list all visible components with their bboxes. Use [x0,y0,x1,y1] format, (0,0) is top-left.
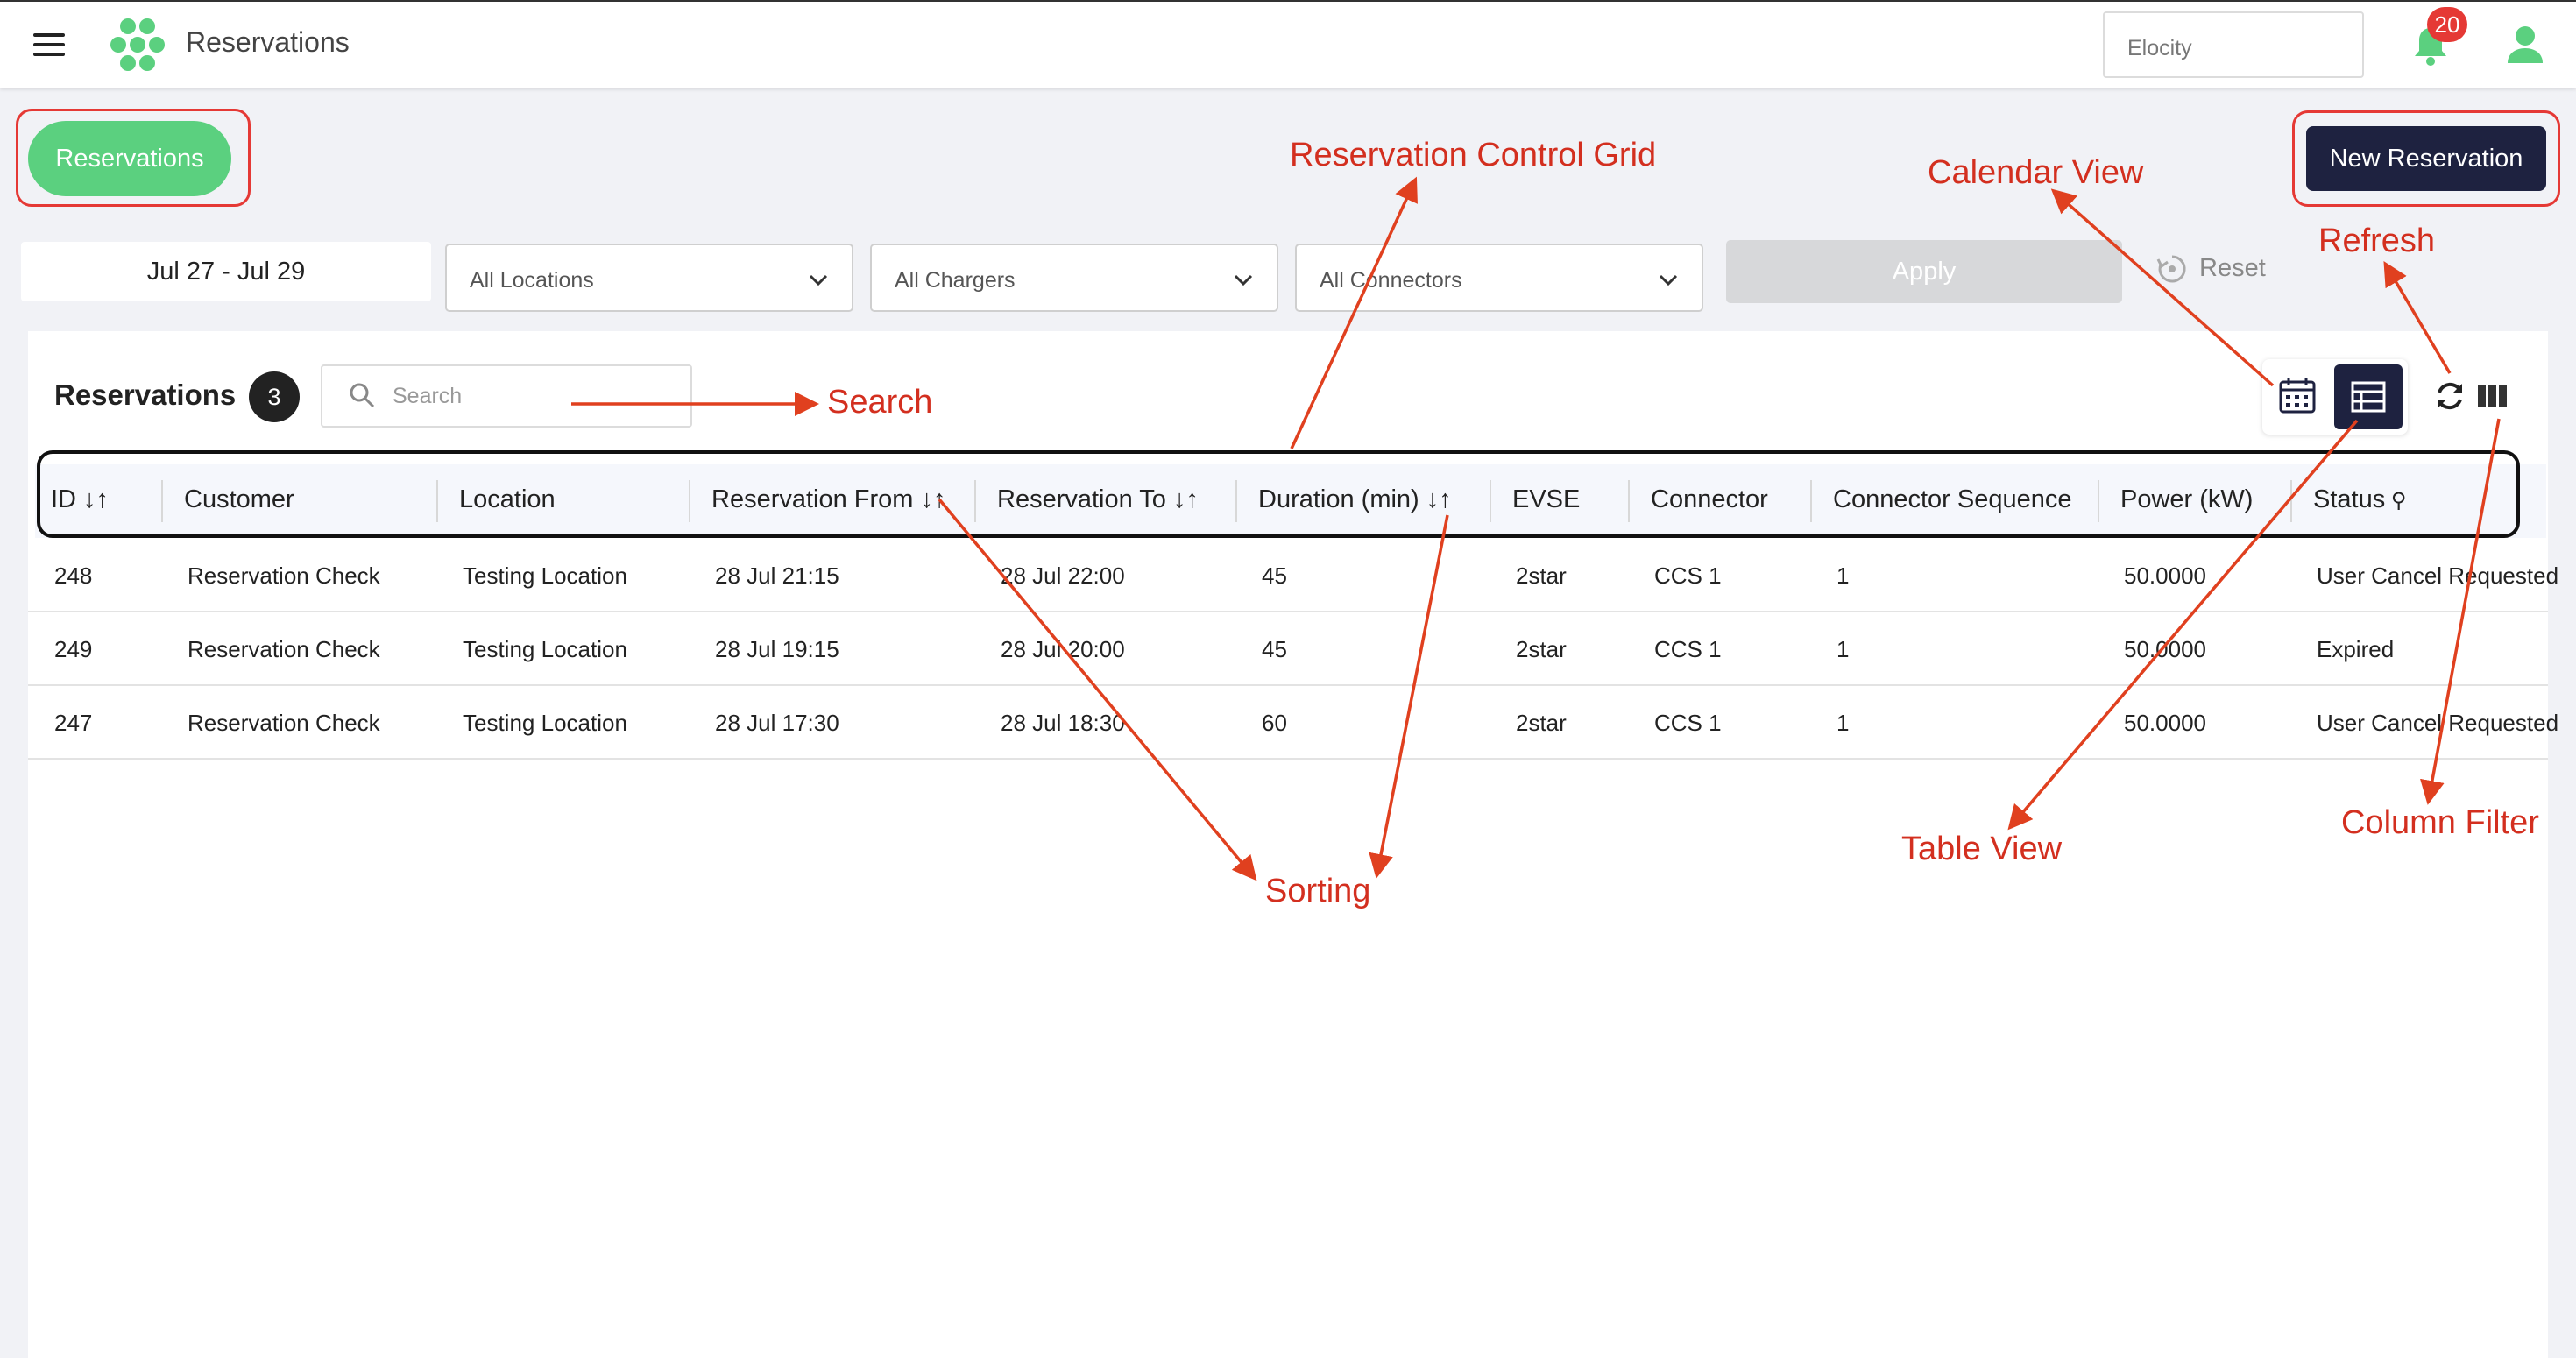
annotation-column-filter: Column Filter [2341,804,2539,841]
new-reservation-button[interactable]: New Reservation [2306,126,2546,191]
locations-select-label: All Locations [470,268,594,293]
app-title: Reservations [186,26,350,58]
table-view-button[interactable] [2334,364,2403,429]
table-cell: 247 [54,710,93,736]
annotation-table-view: Table View [1901,831,2063,867]
reset-icon[interactable] [2155,252,2189,286]
table-cell: 1 [1836,710,1850,736]
table-cell: User Cancel Requested [2317,562,2559,589]
table-row-divider [28,758,2548,760]
chargers-select-label: All Chargers [895,268,1016,293]
chevron-down-icon [1659,274,1678,286]
count-badge: 3 [249,371,300,422]
date-range-picker[interactable]: Jul 27 - Jul 29 [21,242,431,301]
table-cell: 45 [1262,636,1287,662]
table-cell: 28 Jul 19:15 [715,636,839,662]
table-cell: 50.0000 [2124,562,2206,589]
table-cell: 50.0000 [2124,710,2206,736]
notification-badge: 20 [2427,7,2467,42]
chevron-down-icon [809,274,828,286]
table-cell: 28 Jul 17:30 [715,710,839,736]
search-input[interactable] [321,364,692,428]
reset-button[interactable]: Reset [2199,254,2266,283]
chevron-down-icon [1234,274,1253,286]
refresh-icon[interactable] [2432,378,2467,414]
table-cell: CCS 1 [1654,710,1722,736]
table-cell: 50.0000 [2124,636,2206,662]
table-cell: 2star [1516,710,1567,736]
table-cell: 28 Jul 18:30 [1001,710,1125,736]
table-title: Reservations [54,378,237,411]
table-cell: Reservation Check [188,562,380,589]
annotation-search: Search [827,384,933,421]
user-avatar-icon[interactable] [2506,25,2544,65]
connectors-select[interactable]: All Connectors [1295,244,1703,312]
table-cell: Reservation Check [188,636,380,662]
annotation-control-grid: Reservation Control Grid [1290,137,1657,173]
table-cell: 2star [1516,562,1567,589]
search-placeholder: Search [393,384,463,408]
table-cell: Expired [2317,636,2395,662]
search-icon [350,383,375,408]
table-cell: User Cancel Requested [2317,710,2559,736]
table-cell: 45 [1262,562,1287,589]
menu-icon[interactable] [33,33,65,56]
table-cell: 28 Jul 22:00 [1001,562,1125,589]
table-cell: 248 [54,562,93,589]
table-row-divider [28,611,2548,612]
table-cell: 28 Jul 20:00 [1001,636,1125,662]
column-filter-icon[interactable] [2476,382,2508,410]
annotation-sorting: Sorting [1265,873,1371,909]
chargers-select[interactable]: All Chargers [870,244,1278,312]
table-cell: Testing Location [463,636,627,662]
table-cell: 2star [1516,636,1567,662]
annotation-calendar-view: Calendar View [1928,154,2144,191]
reservations-tab-chip[interactable]: Reservations [28,121,231,196]
organization-select[interactable]: Elocity [2103,11,2364,78]
table-cell: 249 [54,636,93,662]
logo-icon [110,18,165,71]
table-cell: 60 [1262,710,1287,736]
table-cell: CCS 1 [1654,562,1722,589]
table-view-icon [2351,381,2386,413]
annotation-refresh: Refresh [2318,223,2436,259]
apply-button[interactable]: Apply [1726,240,2122,303]
table-cell: 28 Jul 21:15 [715,562,839,589]
table-row-divider [28,684,2548,686]
table-cell: Testing Location [463,562,627,589]
table-cell: 1 [1836,636,1850,662]
table-cell: Testing Location [463,710,627,736]
calendar-view-icon[interactable] [2276,375,2318,417]
table-cell: Reservation Check [188,710,380,736]
locations-select[interactable]: All Locations [445,244,853,312]
table-cell: 1 [1836,562,1850,589]
control-grid-outline [37,450,2520,538]
table-cell: CCS 1 [1654,636,1722,662]
connectors-select-label: All Connectors [1320,268,1462,293]
